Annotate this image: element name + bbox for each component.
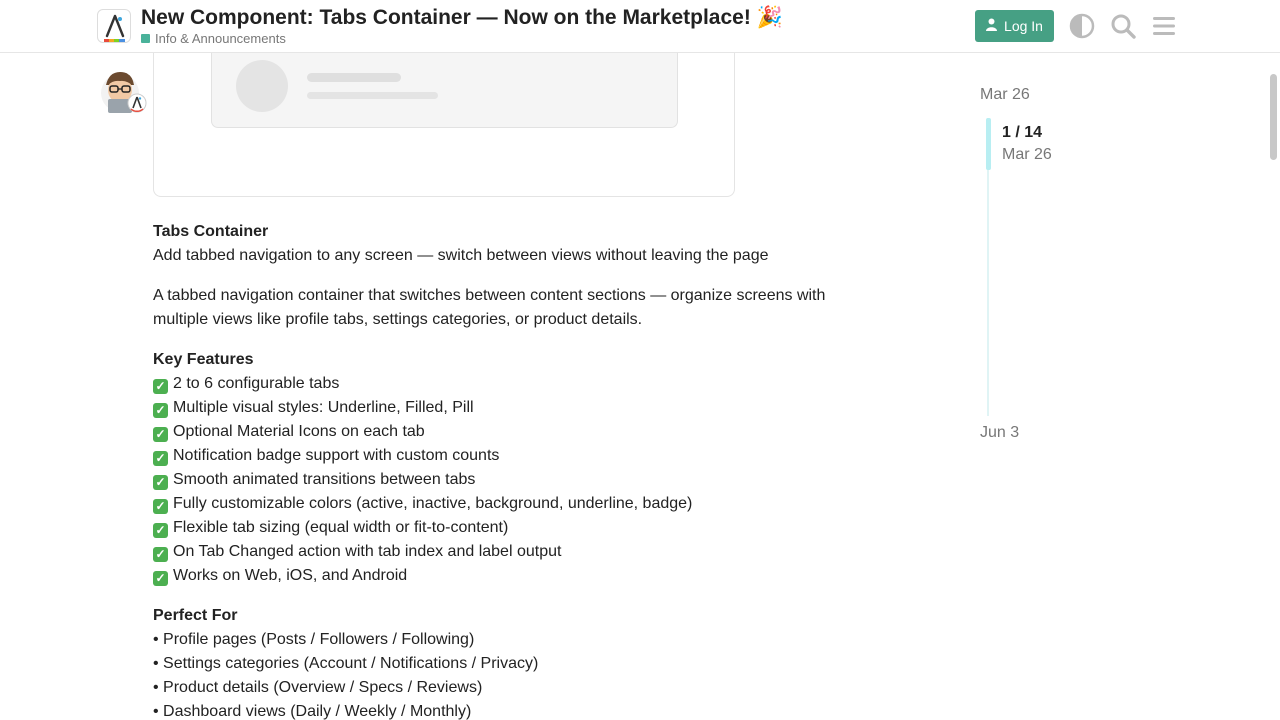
feature-item: ✓ Notification badge support with custom … (153, 444, 843, 468)
perfect-for-heading: Perfect For (153, 607, 238, 624)
feature-text: Notification badge support with custom c… (173, 447, 500, 464)
login-label: Log In (1004, 18, 1043, 34)
feature-text: Works on Web, iOS, and Android (173, 567, 408, 584)
category-color-swatch (141, 34, 150, 43)
checkmark-icon: ✓ (153, 451, 168, 466)
login-button[interactable]: Log In (975, 10, 1054, 42)
component-tagline: Add tabbed navigation to any screen — sw… (153, 247, 769, 264)
hamburger-menu-icon[interactable] (1151, 13, 1177, 39)
user-icon (986, 18, 998, 34)
feature-item: ✓ Works on Web, iOS, and Android (153, 564, 843, 588)
search-icon[interactable] (1110, 13, 1136, 39)
feature-text: Multiple visual styles: Underline, Fille… (173, 399, 474, 416)
timeline-end-date[interactable]: Jun 3 (980, 424, 1019, 442)
feature-item: ✓ Smooth animated transitions between tab… (153, 468, 843, 492)
use-case-item: • Product details (Overview / Specs / Re… (153, 679, 483, 696)
site-logo[interactable] (97, 9, 131, 43)
timeline-start-date[interactable]: Mar 26 (980, 86, 1030, 104)
feature-text: On Tab Changed action with tab index and… (173, 543, 562, 560)
component-description: A tabbed navigation container that switc… (153, 287, 826, 328)
use-case-item: • Settings categories (Account / Notific… (153, 655, 539, 672)
component-preview-embed (153, 44, 735, 197)
timeline-position: 1 / 14 (1002, 124, 1043, 141)
checkmark-icon: ✓ (153, 379, 168, 394)
checkmark-icon: ✓ (153, 571, 168, 586)
feature-item: ✓ Multiple visual styles: Underline, Fill… (153, 396, 843, 420)
post-body: Tabs Container Add tabbed navigation to … (153, 220, 843, 720)
feature-item: ✓ 2 to 6 configurable tabs (153, 372, 843, 396)
author-avatar[interactable] (101, 69, 149, 117)
checkmark-icon: ✓ (153, 523, 168, 538)
perfect-for-list: • Profile pages (Posts / Followers / Fol… (153, 628, 843, 720)
feature-item: ✓ Flexible tab sizing (equal width or fit… (153, 516, 843, 540)
component-heading: Tabs Container (153, 223, 269, 240)
page-scrollbar[interactable] (1270, 74, 1277, 160)
site-header: New Component: Tabs Container — Now on t… (0, 0, 1280, 53)
checkmark-icon: ✓ (153, 427, 168, 442)
feature-item: ✓ Fully customizable colors (active, inac… (153, 492, 843, 516)
checkmark-icon: ✓ (153, 547, 168, 562)
checkmark-icon: ✓ (153, 403, 168, 418)
feature-item: ✓ Optional Material Icons on each tab (153, 420, 843, 444)
feature-text: 2 to 6 configurable tabs (173, 375, 340, 392)
features-list: ✓ 2 to 6 configurable tabs ✓ Multiple visua… (153, 372, 843, 588)
skeleton-card (211, 44, 678, 128)
timeline-handle[interactable] (986, 118, 991, 170)
skeleton-line (307, 73, 401, 82)
checkmark-icon: ✓ (153, 499, 168, 514)
feature-text: Flexible tab sizing (equal width or fit-… (173, 519, 509, 536)
use-case-item: • Profile pages (Posts / Followers / Fol… (153, 631, 475, 648)
feature-text: Smooth animated transitions between tabs (173, 471, 476, 488)
theme-toggle-icon[interactable] (1069, 13, 1095, 39)
features-heading: Key Features (153, 351, 254, 368)
checkmark-icon: ✓ (153, 475, 168, 490)
feature-text: Optional Material Icons on each tab (173, 423, 425, 440)
category-label[interactable]: Info & Announcements (155, 31, 286, 46)
skeleton-avatar-placeholder (236, 60, 288, 112)
skeleton-line (307, 92, 438, 99)
feature-item: ✓ On Tab Changed action with tab index an… (153, 540, 843, 564)
timeline-current-date: Mar 26 (1002, 146, 1052, 163)
use-case-item: • Dashboard views (Daily / Weekly / Mont… (153, 703, 472, 720)
topic-title[interactable]: New Component: Tabs Container — Now on t… (141, 6, 783, 30)
feature-text: Fully customizable colors (active, inact… (173, 495, 693, 512)
category-badge[interactable]: Info & Announcements (141, 31, 286, 46)
